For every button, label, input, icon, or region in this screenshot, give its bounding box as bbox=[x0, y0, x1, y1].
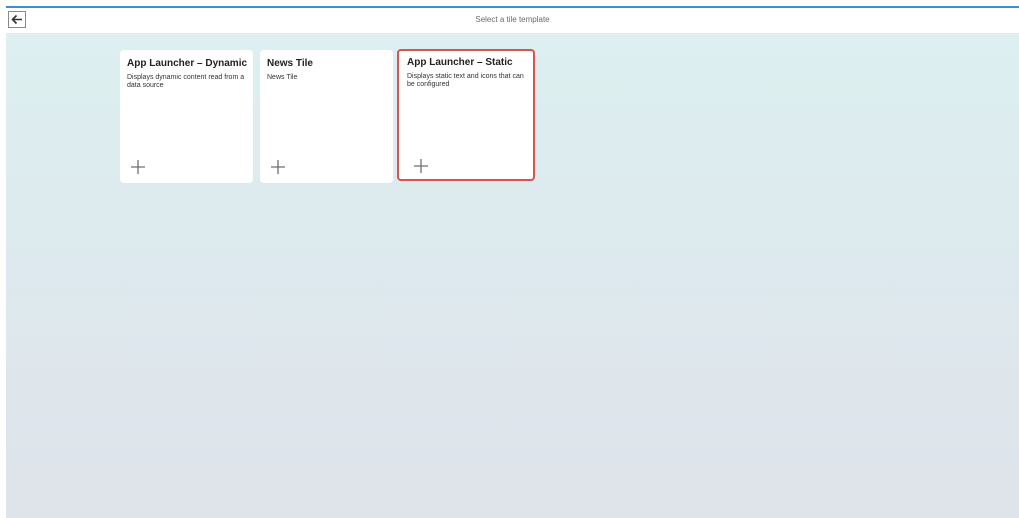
tile-title: App Launcher – Static bbox=[407, 57, 513, 68]
tile-app-launcher-static[interactable]: App Launcher – Static Displays static te… bbox=[397, 49, 535, 181]
app-frame: Select a tile template App Launcher – Dy… bbox=[6, 6, 1019, 518]
tile-description: News Tile bbox=[267, 74, 298, 81]
header-bar: Select a tile template bbox=[6, 8, 1019, 33]
page-title: Select a tile template bbox=[475, 15, 550, 24]
plus-icon[interactable] bbox=[414, 159, 428, 173]
tile-description: Displays dynamic content read from a dat… bbox=[127, 74, 245, 89]
tile-title: News Tile bbox=[267, 58, 313, 69]
tile-news[interactable]: News Tile News Tile bbox=[260, 50, 393, 183]
tile-title: App Launcher – Dynamic bbox=[127, 58, 248, 69]
tile-description: Displays static text and icons that can … bbox=[407, 73, 524, 88]
tile-app-launcher-dynamic[interactable]: App Launcher – Dynamic Displays dynamic … bbox=[120, 50, 253, 183]
plus-icon[interactable] bbox=[271, 160, 285, 174]
plus-icon[interactable] bbox=[131, 160, 145, 174]
